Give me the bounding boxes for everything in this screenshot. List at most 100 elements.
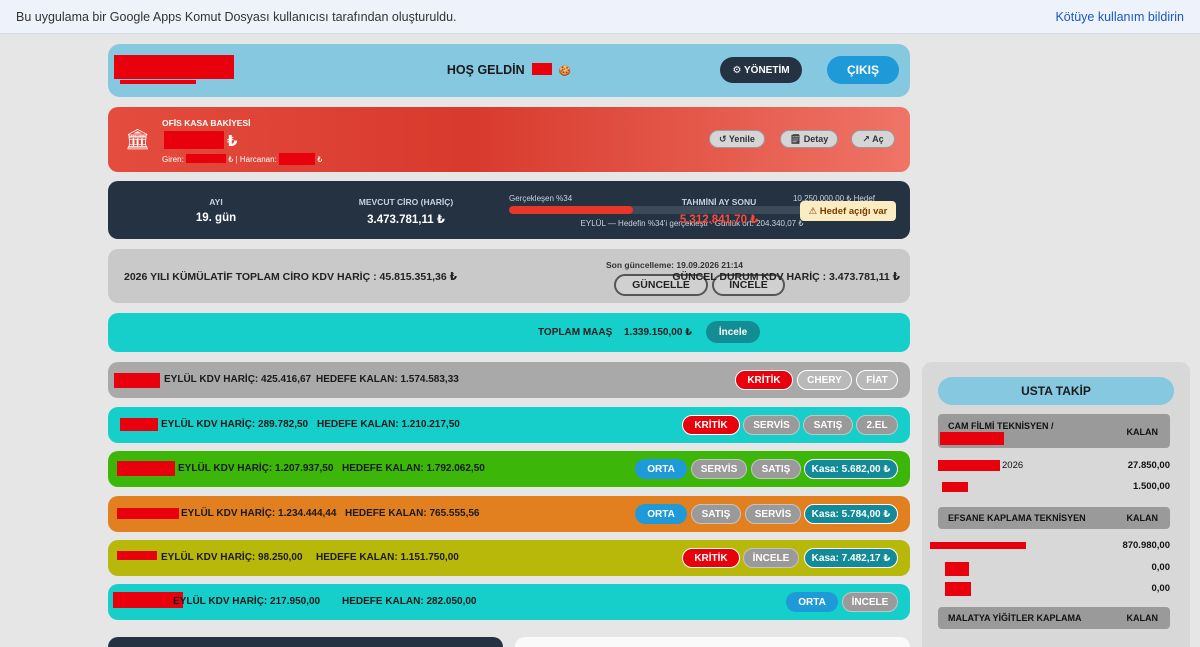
group-name: CAM FİLMİ TEKNİSYEN / — [948, 421, 1054, 431]
service-button[interactable]: SERVİS — [743, 415, 800, 435]
branch-sales: EYLÜL KDV HARİÇ: 425.416,67 — [164, 374, 312, 385]
technician-group-header: EFSANE KAPLAMA TEKNİSYEN KALAN — [938, 507, 1170, 529]
technician-group-header: CAM FİLMİ TEKNİSYEN / KALAN — [938, 414, 1170, 448]
current-status: GÜNCEL DURUM KDV HARİÇ : 3.473.781,11 ₺ — [672, 271, 900, 283]
branch-sales: EYLÜL KDV HARİÇ: 1.207.937,50 — [178, 463, 334, 474]
out-currency: ₺ — [317, 155, 323, 164]
redacted-branch-name — [117, 551, 157, 560]
branch-row-6: EYLÜL KDV HARİÇ: 217.950,00 HEDEFE KALAN… — [108, 584, 910, 620]
redacted-username — [532, 63, 553, 75]
open-cash-button[interactable]: ↗ Aç — [851, 130, 895, 148]
cash-flow-line: Giren: ₺ | Harcanan: ₺ — [162, 153, 322, 165]
refresh-cash-button[interactable]: ↺ Yenile — [709, 130, 765, 148]
critical-badge[interactable]: KRİTİK — [682, 548, 740, 568]
revenue-value: 3.473.781,11 ₺ — [367, 214, 445, 226]
critical-badge[interactable]: KRİTİK — [682, 415, 740, 435]
day-label: AYI — [209, 197, 223, 207]
sales-button[interactable]: SATIŞ — [751, 459, 801, 479]
forecast-value: 5.312.841,70 ₺ — [679, 214, 759, 226]
day-value: 19. gün — [195, 212, 237, 224]
technician-remaining: 0,00 — [1151, 583, 1171, 594]
technician-tracking-panel: USTA TAKİP CAM FİLMİ TEKNİSYEN / KALAN 2… — [922, 362, 1190, 647]
branch-row-1: EYLÜL KDV HARİÇ: 425.416,67 HEDEFE KALAN… — [108, 362, 910, 398]
branch-remaining: HEDEFE KALAN: 765.555,56 — [345, 508, 480, 519]
redacted-in-amount — [186, 154, 227, 163]
branch-remaining: HEDEFE KALAN: 282.050,00 — [342, 596, 477, 607]
branch-remaining: HEDEFE KALAN: 1.792.062,50 — [342, 463, 485, 474]
redacted-subtitle — [120, 80, 196, 84]
cash-button[interactable]: Kasa: 7.482,17 ₺ — [804, 548, 898, 568]
technician-remaining: 0,00 — [1151, 562, 1171, 573]
apps-script-notice-bar: Bu uygulama bir Google Apps Komut Dosyas… — [0, 0, 1200, 34]
progress-label: Gerçekleşen %34 — [509, 194, 573, 203]
inspect-button[interactable]: İNCELE — [743, 548, 799, 568]
critical-badge[interactable]: KRİTİK — [735, 370, 793, 390]
redacted-technician — [942, 482, 968, 492]
group-name: MALATYA YİĞİTLER KAPLAMA — [948, 613, 1082, 623]
branch-row-4: EYLÜL KDV HARİÇ: 1.234.444,44 HEDEFE KAL… — [108, 496, 910, 532]
branch-remaining: HEDEFE KALAN: 1.151.750,00 — [316, 552, 459, 563]
inspect-button[interactable]: İNCELE — [842, 592, 898, 612]
cumulative-total: 2026 YILI KÜMÜLATİF TOPLAM CİRO KDV HARİ… — [124, 271, 457, 283]
service-button[interactable]: SERVİS — [745, 504, 801, 524]
group-remaining-header: KALAN — [1126, 513, 1159, 523]
redacted-technician — [930, 542, 1026, 549]
last-updated: Son güncelleme: 19.09.2026 21:14 — [606, 260, 744, 270]
cash-currency: ₺ — [227, 133, 238, 150]
technician-remaining: 870.980,00 — [1122, 540, 1170, 551]
cash-button[interactable]: Kasa: 5.682,00 ₺ — [804, 459, 898, 479]
medium-badge[interactable]: ORTA — [635, 459, 687, 479]
redacted-branch-name — [117, 461, 175, 476]
medium-badge[interactable]: ORTA — [786, 592, 838, 612]
bottom-dark-card — [108, 637, 503, 647]
sales-button[interactable]: SATIŞ — [803, 415, 853, 435]
month-summary-card: AYI 19. gün MEVCUT CİRO (HARİÇ) 3.473.78… — [108, 181, 910, 239]
branch-row-3: EYLÜL KDV HARİÇ: 1.207.937,50 HEDEFE KAL… — [108, 451, 910, 487]
service-button[interactable]: SERVİS — [691, 459, 747, 479]
cash-detail-button[interactable]: 🗒 Detay — [780, 130, 838, 148]
cash-label: OFİS KASA BAKİYESİ — [162, 118, 251, 128]
chery-button[interactable]: CHERY — [797, 370, 852, 390]
out-label: ₺ | Harcanan: — [228, 155, 277, 164]
technician-tracking-title: USTA TAKİP — [938, 377, 1174, 405]
admin-button[interactable]: ⚙ YÖNETİM — [720, 57, 802, 83]
technician-remaining: 27.850,00 — [1127, 460, 1170, 471]
cookie-icon: 🍪 — [558, 66, 572, 77]
branch-remaining: HEDEFE KALAN: 1.210.217,50 — [317, 419, 460, 430]
salary-inspect-button[interactable]: İncele — [706, 321, 760, 343]
revenue-label: MEVCUT CİRO (HARİÇ) — [358, 197, 454, 207]
logout-button[interactable]: ÇIKIŞ — [827, 56, 899, 84]
group-remaining-header: KALAN — [1126, 427, 1159, 437]
cumulative-card: 2026 YILI KÜMÜLATİF TOPLAM CİRO KDV HARİ… — [108, 249, 910, 303]
redacted-out-amount — [279, 153, 316, 165]
redacted-branch-name — [114, 373, 160, 388]
target-gap-badge: ⚠ Hedef açığı var — [800, 201, 896, 221]
redacted-group-name — [940, 432, 1004, 445]
bank-icon: 🏛 — [125, 129, 151, 151]
bottom-white-card — [515, 637, 910, 647]
welcome-header: HOŞ GELDİN 🍪 ⚙ YÖNETİM ÇIKIŞ — [108, 44, 910, 97]
medium-badge[interactable]: ORTA — [635, 504, 687, 524]
second-hand-button[interactable]: 2.EL — [856, 415, 898, 435]
redacted-cash-amount — [164, 131, 224, 149]
salary-label: TOPLAM MAAŞ — [538, 327, 613, 338]
group-remaining-header: KALAN — [1126, 613, 1159, 623]
salary-value: 1.339.150,00 ₺ — [624, 327, 693, 338]
branch-sales: EYLÜL KDV HARİÇ: 1.234.444,44 — [181, 508, 337, 519]
cash-button[interactable]: Kasa: 5.784,00 ₺ — [804, 504, 898, 524]
redacted-technician — [945, 582, 971, 596]
technician-remaining: 1.500,00 — [1133, 481, 1170, 492]
branch-sales: EYLÜL KDV HARİÇ: 98.250,00 — [161, 552, 303, 563]
redacted-technician — [945, 562, 969, 576]
in-label: Giren: — [162, 155, 184, 164]
branch-row-5: EYLÜL KDV HARİÇ: 98.250,00 HEDEFE KALAN:… — [108, 540, 910, 576]
branch-sales: EYLÜL KDV HARİÇ: 217.950,00 — [173, 596, 321, 607]
technician-label: 2026 — [1002, 460, 1024, 471]
branch-row-2: EYLÜL KDV HARİÇ: 289.782,50 HEDEFE KALAN… — [108, 407, 910, 443]
redacted-technician — [938, 460, 1000, 471]
report-abuse-link[interactable]: Kötüye kullanım bildirin — [1055, 10, 1184, 24]
fiat-button[interactable]: FİAT — [856, 370, 898, 390]
technician-group-header: MALATYA YİĞİTLER KAPLAMA KALAN — [938, 607, 1170, 629]
redacted-branch-name — [120, 418, 158, 431]
sales-button[interactable]: SATIŞ — [691, 504, 741, 524]
